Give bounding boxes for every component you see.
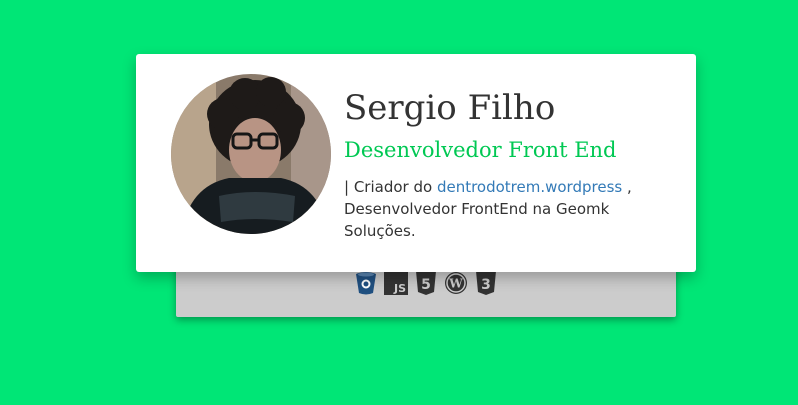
bio-prefix: | Criador do	[344, 178, 433, 196]
svg-text:3: 3	[481, 277, 491, 293]
svg-text:W: W	[448, 277, 463, 291]
avatar-photo	[171, 74, 331, 234]
javascript-icon[interactable]: JS	[384, 270, 408, 296]
profile-card: Sergio Filho Desenvolvedor Front End | C…	[136, 54, 696, 272]
blog-link[interactable]: dentrodotrem.wordpress	[437, 178, 622, 196]
wordpress-icon[interactable]: W	[444, 270, 468, 296]
profile-role: Desenvolvedor Front End	[344, 138, 617, 162]
avatar	[171, 74, 331, 234]
svg-text:5: 5	[421, 277, 431, 293]
html5-icon[interactable]: 5	[414, 270, 438, 296]
svg-text:JS: JS	[393, 282, 406, 295]
profile-bio: | Criador do dentrodotrem.wordpress , De…	[344, 176, 664, 242]
profile-name: Sergio Filho	[344, 88, 556, 128]
bitbucket-icon[interactable]	[354, 270, 378, 296]
css3-icon[interactable]: 3	[474, 270, 498, 296]
tech-icons: JS 5 W 3	[176, 270, 676, 296]
